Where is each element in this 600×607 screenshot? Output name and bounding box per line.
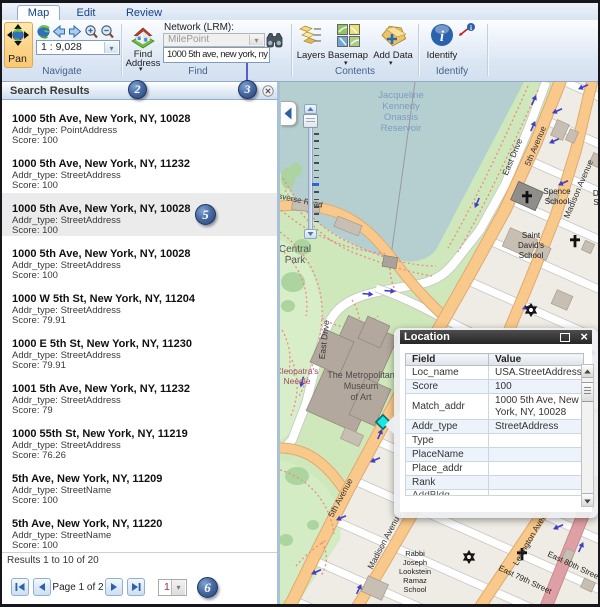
svg-text:Ramaz: Ramaz (403, 576, 427, 585)
svg-text:Jacqueline: Jacqueline (378, 90, 423, 101)
svg-text:Central: Central (280, 244, 311, 255)
svg-text:David's: David's (518, 241, 544, 250)
svg-text:Onassis: Onassis (384, 112, 419, 123)
svg-text:The Metropolitan: The Metropolitan (327, 370, 395, 380)
svg-text:of Art: of Art (350, 392, 372, 402)
svg-text:School: School (545, 197, 570, 206)
svg-text:Lookstein: Lookstein (399, 567, 431, 576)
svg-text:School: School (519, 251, 544, 260)
svg-text:Cleopatra's: Cleopatra's (280, 366, 318, 376)
svg-text:School: School (404, 585, 427, 594)
svg-text:Joseph: Joseph (403, 558, 427, 567)
svg-text:Kennedy: Kennedy (382, 101, 420, 112)
svg-text:Museum: Museum (344, 381, 379, 391)
svg-text:Park: Park (285, 255, 307, 266)
svg-text:Saint: Saint (522, 231, 541, 240)
svg-text:Spence: Spence (543, 187, 571, 196)
svg-text:Needle: Needle (284, 376, 311, 386)
svg-text:Reservoir: Reservoir (381, 123, 422, 134)
svg-text:i: i (470, 24, 472, 32)
svg-text:Rabbi: Rabbi (405, 549, 425, 558)
